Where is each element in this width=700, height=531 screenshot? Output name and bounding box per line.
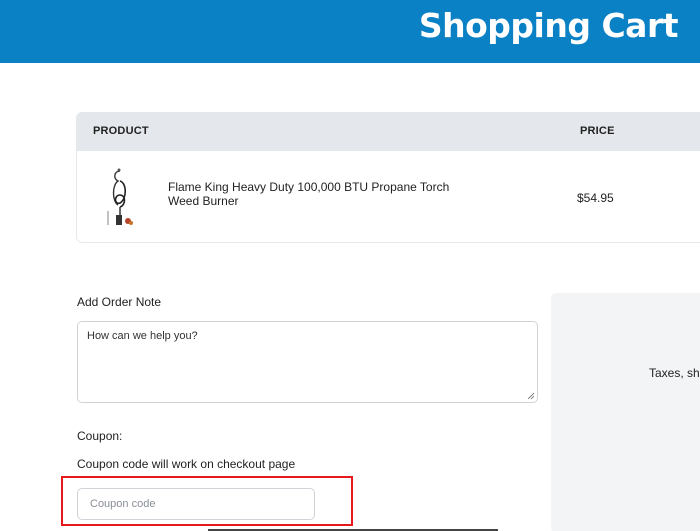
resize-grip-icon[interactable] (527, 392, 534, 399)
product-price: $54.95 (577, 191, 614, 205)
product-image[interactable] (100, 167, 140, 231)
order-note-label: Add Order Note (77, 295, 162, 309)
page-title: Shopping Cart (418, 6, 679, 45)
coupon-hint: Coupon code will work on checkout page (77, 457, 296, 471)
column-header-product: PRODUCT (93, 125, 149, 137)
coupon-highlight-box (61, 476, 353, 526)
summary-taxes-text: Taxes, sh (649, 366, 700, 380)
order-note-textarea[interactable]: How can we help you? (77, 321, 538, 403)
order-note-placeholder: How can we help you? (87, 330, 198, 342)
table-header: PRODUCT PRICE (77, 113, 700, 151)
page-header: Shopping Cart (0, 0, 700, 63)
weed-burner-torch-image (107, 168, 133, 225)
coupon-label: Coupon: (77, 429, 123, 443)
column-header-price: PRICE (580, 125, 615, 137)
cart-table: PRODUCT PRICE Flame King Heavy Duty 100,… (76, 112, 700, 243)
order-summary-panel: Taxes, sh (551, 293, 700, 531)
product-name-link[interactable]: Flame King Heavy Duty 100,000 BTU Propan… (168, 180, 468, 208)
